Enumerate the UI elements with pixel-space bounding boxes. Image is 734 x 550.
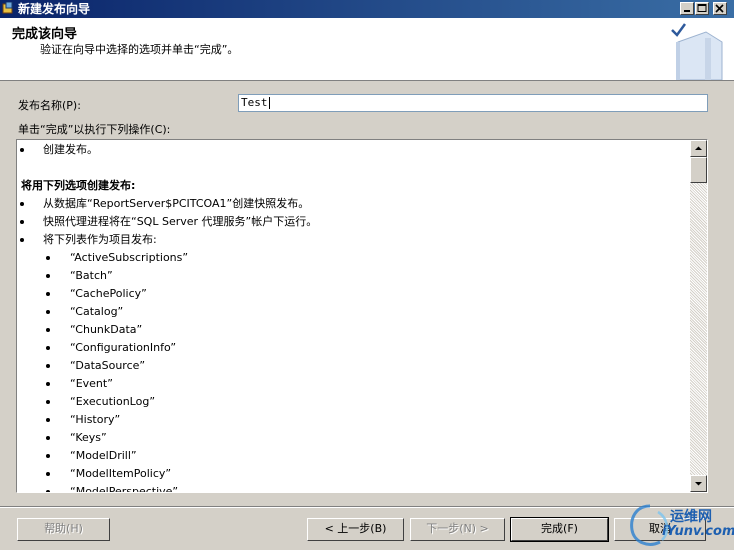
close-icon: [715, 4, 724, 13]
actions-label: 单击“完成”以执行下列操作(C):: [18, 123, 171, 136]
list-bullet: [46, 418, 50, 422]
action-line: “ChunkData”: [70, 323, 143, 336]
watermark-line1: 运维网: [670, 509, 712, 525]
action-line: 快照代理进程将在“SQL Server 代理服务”帐户下运行。: [43, 215, 318, 228]
window-title: 新建发布向导: [18, 2, 91, 16]
publication-name-input[interactable]: Test: [238, 94, 708, 112]
list-bullet: [20, 220, 24, 224]
action-line: “DataSource”: [70, 359, 146, 372]
actions-content: 创建发布。将用下列选项创建发布: 从数据库“ReportServer$PCITCO…: [17, 140, 689, 492]
wizard-header: 完成该向导 验证在向导中选择的选项并单击“完成”。: [0, 18, 734, 81]
list-bullet: [46, 436, 50, 440]
action-line: 将下列表作为项目发布:: [43, 233, 157, 246]
action-line: 将用下列选项创建发布:: [21, 179, 136, 192]
list-bullet: [46, 346, 50, 350]
action-line: 创建发布。: [43, 143, 98, 156]
footer-separator: [0, 506, 734, 508]
action-line: “Batch”: [70, 269, 113, 282]
list-bullet: [46, 382, 50, 386]
action-line: “CachePolicy”: [70, 287, 147, 300]
publication-name-label: 发布名称(P):: [18, 99, 81, 112]
arrow-up-icon: [695, 146, 702, 150]
actions-textbox[interactable]: 创建发布。将用下列选项创建发布: 从数据库“ReportServer$PCITCO…: [16, 139, 708, 493]
minimize-icon: [684, 10, 690, 12]
close-button[interactable]: [713, 2, 727, 15]
action-line: “Event”: [70, 377, 113, 390]
list-bullet: [46, 364, 50, 368]
action-line: “ModelItemPolicy”: [70, 467, 172, 480]
scroll-up-button[interactable]: [690, 140, 707, 157]
title-bar[interactable]: 新建发布向导: [0, 0, 734, 18]
list-bullet: [46, 310, 50, 314]
scroll-down-button[interactable]: [690, 475, 707, 492]
list-bullet: [20, 202, 24, 206]
list-bullet: [20, 238, 24, 242]
list-bullet: [46, 292, 50, 296]
action-line: “Keys”: [70, 431, 107, 444]
action-line: “History”: [70, 413, 121, 426]
vertical-scrollbar[interactable]: [690, 140, 707, 492]
action-line: “ActiveSubscriptions”: [70, 251, 189, 264]
list-bullet: [46, 328, 50, 332]
list-bullet: [46, 472, 50, 476]
list-bullet: [46, 400, 50, 404]
text-caret: [268, 97, 270, 109]
site-watermark: 运维网 iYunv.com: [628, 500, 734, 550]
action-line: “ModelPerspective”: [70, 485, 179, 492]
page-subtitle: 验证在向导中选择的选项并单击“完成”。: [40, 43, 239, 56]
action-line: “ConfigurationInfo”: [70, 341, 177, 354]
list-bullet: [46, 256, 50, 260]
action-line: “ModelDrill”: [70, 449, 137, 462]
page-title: 完成该向导: [12, 27, 78, 42]
action-line: “Catalog”: [70, 305, 124, 318]
back-button[interactable]: < 上一步(B): [307, 518, 404, 541]
watermark-line2: iYunv.com: [662, 524, 734, 539]
next-button[interactable]: 下一步(N) >: [410, 518, 505, 541]
list-bullet: [20, 148, 24, 152]
list-bullet: [46, 274, 50, 278]
list-bullet: [46, 454, 50, 458]
maximize-button[interactable]: [695, 2, 709, 15]
maximize-icon: [697, 4, 707, 12]
help-button[interactable]: 帮助(H): [17, 518, 110, 541]
arrow-down-icon: [695, 482, 702, 486]
list-bullet: [46, 490, 50, 492]
finish-button[interactable]: 完成(F): [510, 517, 609, 542]
publication-wizard-icon: [2, 2, 13, 14]
minimize-button[interactable]: [680, 2, 694, 15]
action-line: “ExecutionLog”: [70, 395, 156, 408]
scroll-thumb[interactable]: [690, 157, 707, 183]
publication-name-value: Test: [241, 96, 268, 109]
action-line: 从数据库“ReportServer$PCITCOA1”创建快照发布。: [43, 197, 310, 210]
wizard-book-icon: [671, 23, 723, 80]
